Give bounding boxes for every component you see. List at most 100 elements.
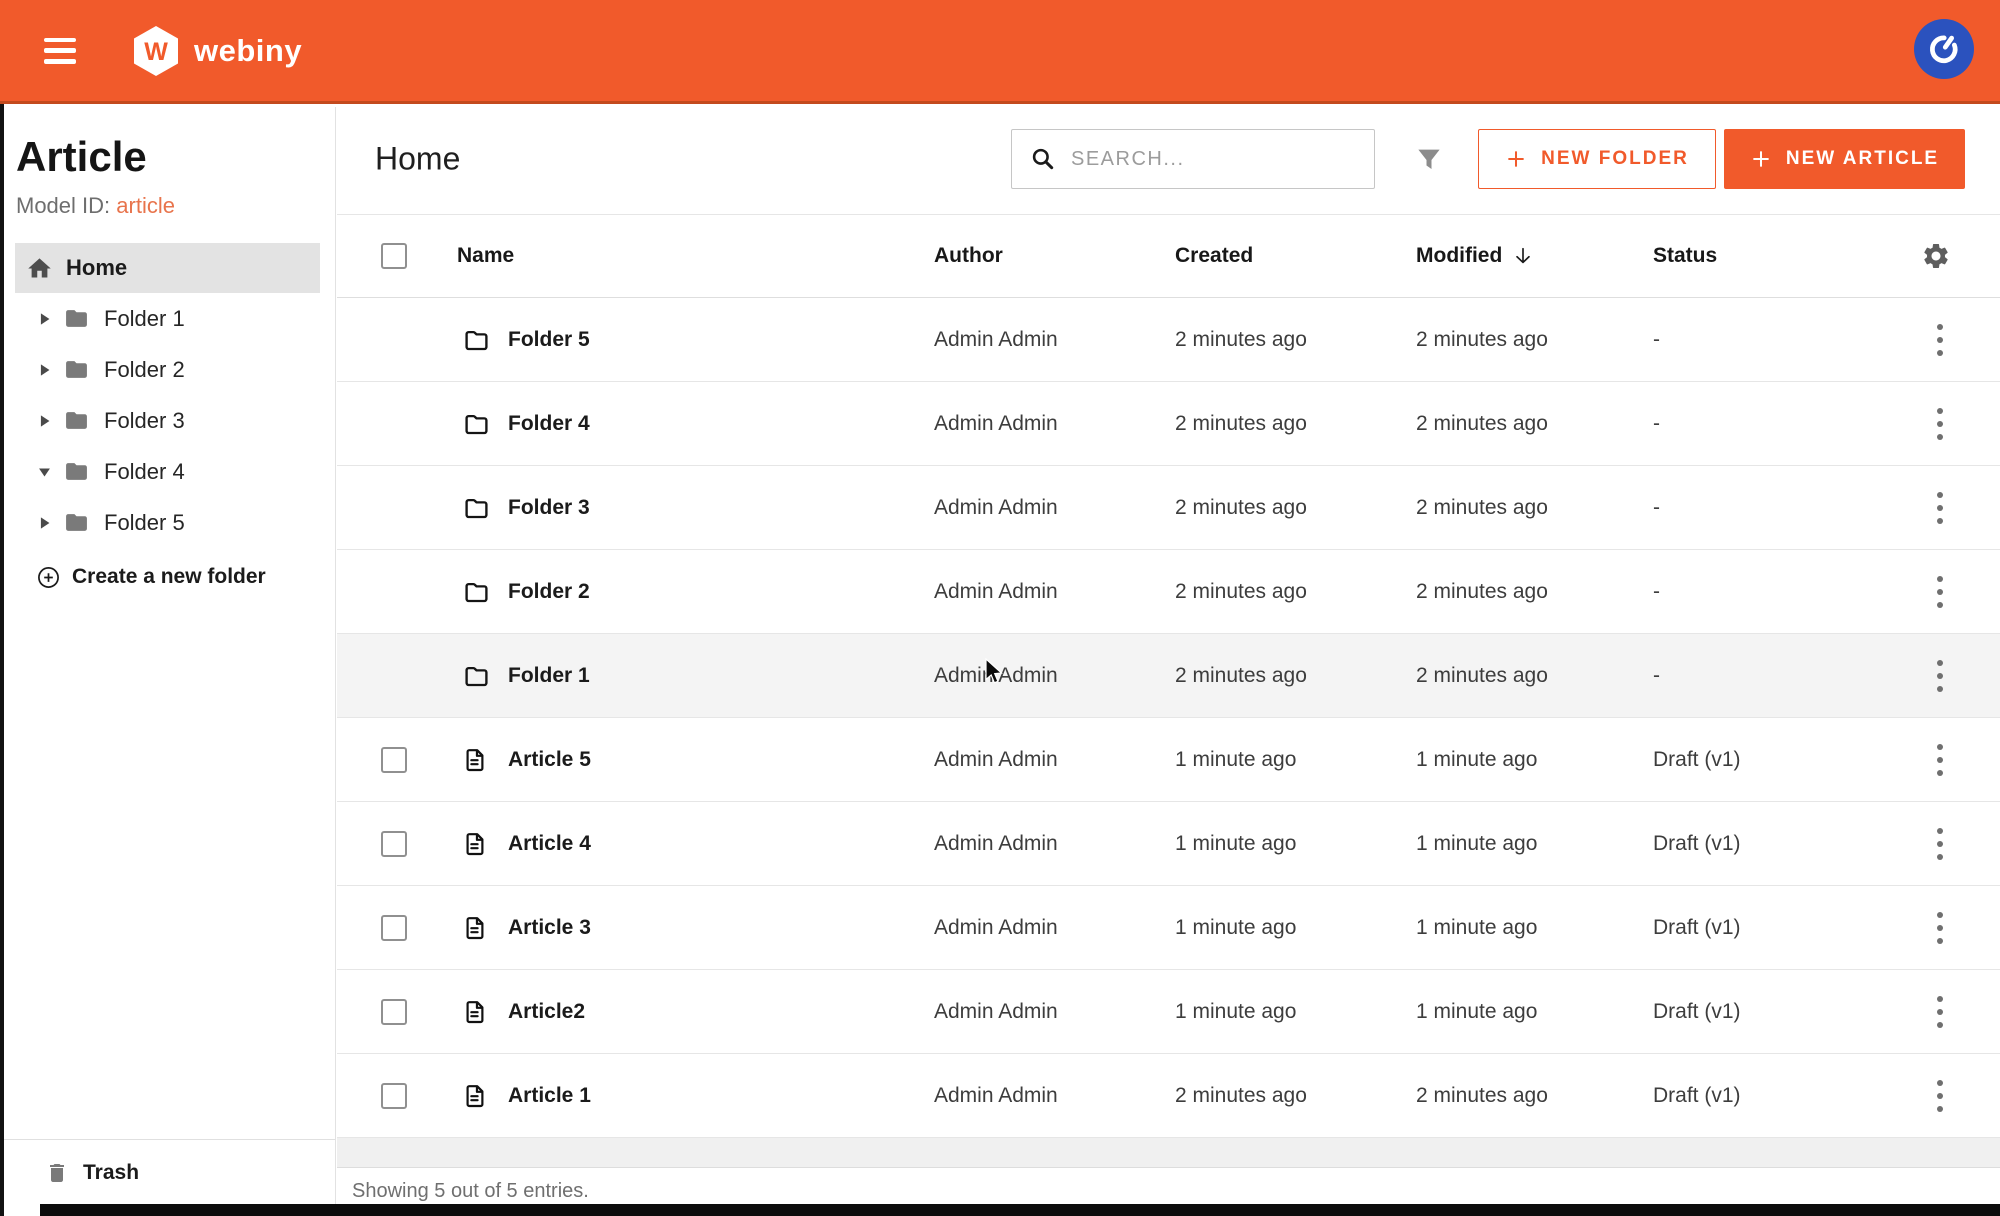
row-modified: 1 minute ago xyxy=(1416,1000,1537,1024)
create-new-folder-button[interactable]: Create a new folder xyxy=(0,565,335,589)
folder-label: Folder 1 xyxy=(104,306,185,332)
table-row-article[interactable]: Article 3Admin Admin1 minute ago1 minute… xyxy=(337,886,2000,970)
table-header: Name Author Created Modified Status xyxy=(337,215,2000,298)
row-actions-kebab-icon[interactable] xyxy=(1929,318,1951,362)
table-settings-gear-icon[interactable] xyxy=(1921,241,1951,271)
row-author: Admin Admin xyxy=(934,412,1058,436)
document-icon xyxy=(463,747,488,772)
row-created: 1 minute ago xyxy=(1175,1000,1296,1024)
table-row-folder[interactable]: Folder 3Admin Admin2 minutes ago2 minute… xyxy=(337,466,2000,550)
column-header-status[interactable]: Status xyxy=(1653,244,1717,268)
sidebar-item-home[interactable]: Home xyxy=(15,243,320,293)
row-name[interactable]: Article 5 xyxy=(508,748,591,772)
row-status: Draft (v1) xyxy=(1653,748,1741,772)
model-id-value[interactable]: article xyxy=(116,193,175,218)
row-checkbox[interactable] xyxy=(381,915,407,941)
model-id-label: Model ID: xyxy=(16,193,110,218)
row-author: Admin Admin xyxy=(934,1084,1058,1108)
table-row-article[interactable]: Article 4Admin Admin1 minute ago1 minute… xyxy=(337,802,2000,886)
sidebar-folder-item[interactable]: Folder 4 xyxy=(0,446,335,497)
row-name[interactable]: Article 3 xyxy=(508,916,591,940)
row-author: Admin Admin xyxy=(934,916,1058,940)
row-author: Admin Admin xyxy=(934,1000,1058,1024)
sidebar-folder-item[interactable]: Folder 2 xyxy=(0,344,335,395)
row-author: Admin Admin xyxy=(934,748,1058,772)
row-actions-kebab-icon[interactable] xyxy=(1929,1074,1951,1118)
row-actions-kebab-icon[interactable] xyxy=(1929,990,1951,1034)
row-status: Draft (v1) xyxy=(1653,1084,1741,1108)
table-row-article[interactable]: Article2 Admin Admin 1 minute ago 1 minute … xyxy=(337,970,2000,1054)
create-folder-label: Create a new folder xyxy=(72,565,266,589)
row-modified: 2 minutes ago xyxy=(1416,496,1548,520)
row-author: Admin Admin xyxy=(934,832,1058,856)
row-name[interactable]: Article 4 xyxy=(508,832,591,856)
window-left-edge xyxy=(0,104,4,1216)
content-header: Home NEW FOLDER NEW ARTICLE xyxy=(337,107,2000,215)
trash-label: Trash xyxy=(83,1161,139,1185)
sidebar: Article Model ID: article Home Folder 1F… xyxy=(0,107,336,1216)
filter-icon[interactable] xyxy=(1409,133,1449,185)
row-status: Draft (v1) xyxy=(1653,916,1741,940)
folder-label: Folder 3 xyxy=(104,408,185,434)
row-created: 1 minute ago xyxy=(1175,832,1296,856)
row-name[interactable]: Folder 3 xyxy=(508,496,590,520)
user-avatar[interactable] xyxy=(1914,19,1974,79)
caret-right-icon[interactable] xyxy=(38,516,51,530)
row-name[interactable]: Folder 4 xyxy=(508,412,590,436)
row-actions-kebab-icon[interactable] xyxy=(1929,822,1951,866)
row-actions-kebab-icon[interactable] xyxy=(1929,570,1951,614)
row-checkbox[interactable] xyxy=(381,1083,407,1109)
row-author: Admin Admin xyxy=(934,328,1058,352)
row-actions-kebab-icon[interactable] xyxy=(1929,654,1951,698)
caret-down-icon[interactable] xyxy=(38,466,51,478)
table-body: Folder 5 Admin Admin 2 minutes ago 2 minute… xyxy=(337,298,2000,1138)
row-name[interactable]: Folder 2 xyxy=(508,580,590,604)
page-title: Home xyxy=(375,141,460,178)
column-header-created[interactable]: Created xyxy=(1175,244,1253,268)
table-row-folder[interactable]: Folder 4Admin Admin2 minutes ago2 minute… xyxy=(337,382,2000,466)
table-row-folder[interactable]: Folder 5Admin Admin2 minutes ago2 minute… xyxy=(337,298,2000,382)
row-name[interactable]: Article 1 xyxy=(508,1084,591,1108)
table-row-folder[interactable]: Folder 1Admin Admin2 minutes ago2 minute… xyxy=(337,634,2000,718)
hamburger-menu-icon[interactable] xyxy=(44,38,76,64)
sidebar-folder-item[interactable]: Folder 1 xyxy=(0,293,335,344)
row-actions-kebab-icon[interactable] xyxy=(1929,402,1951,446)
row-checkbox[interactable] xyxy=(381,747,407,773)
document-icon xyxy=(463,999,488,1024)
sidebar-folder-item[interactable]: Folder 5 xyxy=(0,497,335,548)
row-modified: 2 minutes ago xyxy=(1416,1084,1548,1108)
document-icon xyxy=(463,1083,488,1108)
plus-icon xyxy=(1750,148,1772,170)
row-checkbox[interactable] xyxy=(381,999,407,1025)
table-row-article[interactable]: Article 5Admin Admin1 minute ago1 minute… xyxy=(337,718,2000,802)
caret-right-icon[interactable] xyxy=(38,363,51,377)
row-modified: 2 minutes ago xyxy=(1416,664,1548,688)
row-actions-kebab-icon[interactable] xyxy=(1929,906,1951,950)
caret-right-icon[interactable] xyxy=(38,414,51,428)
row-author: Admin Admin xyxy=(934,496,1058,520)
row-checkbox[interactable] xyxy=(381,831,407,857)
entries-count: Showing 5 out of 5 entries. xyxy=(352,1180,589,1203)
row-actions-kebab-icon[interactable] xyxy=(1929,738,1951,782)
column-header-author[interactable]: Author xyxy=(934,244,1003,268)
webiny-logo[interactable]: W webiny xyxy=(134,26,302,76)
row-name[interactable]: Folder 1 xyxy=(508,664,590,688)
row-name[interactable]: Article2 xyxy=(508,1000,585,1024)
caret-right-icon[interactable] xyxy=(38,312,51,326)
svg-text:W: W xyxy=(144,38,168,66)
select-all-checkbox[interactable] xyxy=(381,243,407,269)
horizontal-scrollbar[interactable] xyxy=(337,1138,2000,1168)
new-folder-button[interactable]: NEW FOLDER xyxy=(1478,129,1716,189)
folder-icon xyxy=(64,357,89,382)
row-name[interactable]: Folder 5 xyxy=(508,328,590,352)
row-actions-kebab-icon[interactable] xyxy=(1929,486,1951,530)
search-input[interactable] xyxy=(1071,148,1374,171)
column-header-name[interactable]: Name xyxy=(457,244,514,268)
sidebar-folder-item[interactable]: Folder 3 xyxy=(0,395,335,446)
table-row-article[interactable]: Article 1Admin Admin2 minutes ago2 minut… xyxy=(337,1054,2000,1138)
table-row-folder[interactable]: Folder 2Admin Admin2 minutes ago2 minute… xyxy=(337,550,2000,634)
column-header-modified[interactable]: Modified xyxy=(1416,244,1534,268)
home-icon xyxy=(26,255,53,282)
new-article-button[interactable]: NEW ARTICLE xyxy=(1724,129,1965,189)
row-author: Admin Admin xyxy=(934,580,1058,604)
